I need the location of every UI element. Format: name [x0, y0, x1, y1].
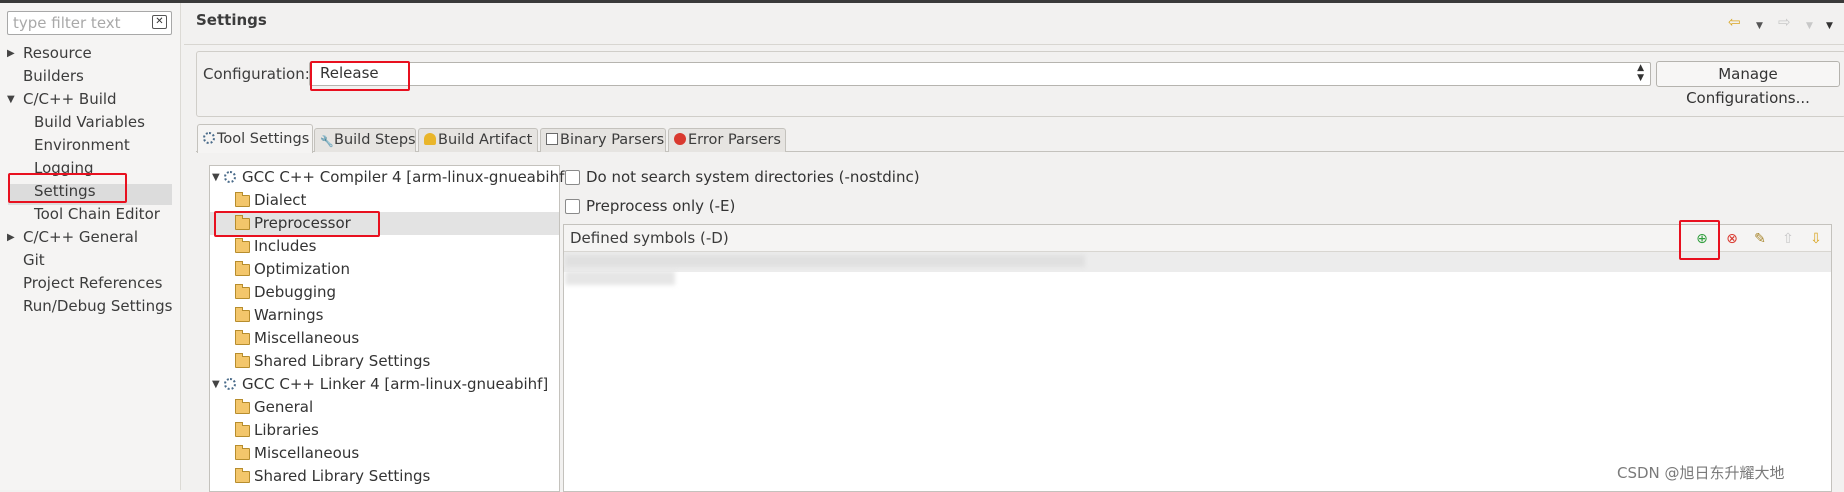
tree-node-general[interactable]: General — [210, 396, 559, 419]
add-symbol-icon[interactable]: ⊕ — [1694, 231, 1710, 247]
defined-symbols-header: Defined symbols (-D) ⊕ ⊗ ✎ ⇧ ⇩ — [564, 225, 1831, 252]
forward-dropdown-icon[interactable]: ▼ — [1806, 19, 1813, 34]
tool-gear-icon — [224, 171, 236, 183]
defined-symbols-list[interactable]: Defined symbols (-D) ⊕ ⊗ ✎ ⇧ ⇩ — [563, 224, 1832, 492]
expanded-arrow-icon[interactable]: ▼ — [7, 88, 15, 111]
option-folder-icon — [235, 238, 250, 253]
back-dropdown-icon[interactable]: ▼ — [1756, 19, 1763, 34]
option-folder-icon — [235, 399, 250, 414]
tree-node-preprocessor[interactable]: Preprocessor — [210, 212, 559, 235]
tab-build-artifact[interactable]: Build Artifact — [418, 128, 538, 152]
preprocess-only-checkbox[interactable] — [565, 199, 580, 214]
option-folder-icon — [235, 192, 250, 207]
preprocess-only-label: Preprocess only (-E) — [586, 197, 736, 215]
option-folder-icon — [235, 445, 250, 460]
tree-node-optimization[interactable]: Optimization — [210, 258, 559, 281]
option-folder-icon — [235, 353, 250, 368]
forward-arrow-icon[interactable]: ⇨ — [1778, 15, 1791, 30]
option-folder-icon — [235, 307, 250, 322]
view-menu-icon[interactable]: ▼ — [1826, 19, 1833, 34]
nostdinc-label: Do not search system directories (-nostd… — [586, 168, 920, 186]
tab-error-parsers[interactable]: Error Parsers — [668, 128, 786, 152]
binary-file-icon — [546, 133, 558, 145]
back-arrow-icon[interactable]: ⇦ — [1728, 15, 1741, 30]
edit-symbol-icon[interactable]: ✎ — [1752, 231, 1768, 247]
delete-symbol-icon[interactable]: ⊗ — [1724, 231, 1740, 247]
redacted-symbol-text — [565, 271, 675, 285]
option-folder-icon — [235, 215, 250, 230]
filter-placeholder: type filter text — [13, 14, 121, 32]
page-title: Settings — [196, 11, 267, 29]
manage-configurations-button[interactable]: Manage Configurations... — [1656, 61, 1840, 107]
option-folder-icon — [235, 422, 250, 437]
trophy-icon — [424, 133, 436, 145]
defined-symbols-title: Defined symbols (-D) — [570, 229, 729, 247]
expanded-arrow-icon[interactable]: ▼ — [212, 373, 220, 396]
configuration-select[interactable]: Release ▲ ▼ — [309, 62, 1651, 86]
configuration-value: Release — [320, 64, 379, 82]
tree-node-gcc-linker[interactable]: ▼ GCC C++ Linker 4 [arm-linux-gnueabihf] — [210, 373, 559, 396]
collapsed-arrow-icon[interactable]: ▶ — [7, 42, 15, 65]
tree-node-debugging[interactable]: Debugging — [210, 281, 559, 304]
redacted-symbol-text — [565, 255, 1085, 267]
tool-settings-tree: ▼ GCC C++ Compiler 4 [arm-linux-gnueabihf… — [209, 165, 570, 492]
tree-node-libraries[interactable]: Libraries — [210, 419, 559, 442]
configuration-label: Configuration: — [203, 65, 310, 83]
tree-node-linker-shared-library-settings[interactable]: Shared Library Settings — [210, 465, 559, 488]
tab-build-steps[interactable]: 🔧Build Steps — [314, 128, 416, 152]
tree-node-gcc-compiler[interactable]: ▼ GCC C++ Compiler 4 [arm-linux-gnueabihf… — [210, 166, 570, 189]
tool-gear-icon — [224, 378, 236, 390]
clear-filter-icon[interactable]: ✕ — [152, 15, 167, 29]
tab-tool-settings[interactable]: Tool Settings — [197, 124, 313, 153]
tree-node-includes[interactable]: Includes — [210, 235, 559, 258]
tree-node-linker-miscellaneous[interactable]: Miscellaneous — [210, 442, 559, 465]
option-folder-icon — [235, 330, 250, 345]
option-folder-icon — [235, 284, 250, 299]
expanded-arrow-icon[interactable]: ▼ — [212, 166, 220, 189]
tree-node-warnings[interactable]: Warnings — [210, 304, 559, 327]
watermark-text: CSDN @旭日东升耀大地 — [1617, 464, 1785, 482]
tree-node-miscellaneous[interactable]: Miscellaneous — [210, 327, 559, 350]
option-folder-icon — [235, 261, 250, 276]
option-folder-icon — [235, 468, 250, 483]
filter-input[interactable]: type filter text ✕ — [7, 11, 172, 35]
wrench-icon: 🔧 — [320, 135, 334, 148]
tree-node-dialect[interactable]: Dialect — [210, 189, 559, 212]
tree-node-shared-library-settings[interactable]: Shared Library Settings — [210, 350, 559, 373]
error-icon — [674, 133, 686, 145]
property-navigation: type filter text ✕ ▶ Resource Builders ▼ C… — [0, 3, 181, 490]
header-separator — [184, 44, 1844, 45]
combo-arrows-icon: ▲ ▼ — [1637, 63, 1644, 83]
collapsed-arrow-icon[interactable]: ▶ — [7, 226, 15, 249]
move-up-icon[interactable]: ⇧ — [1780, 231, 1796, 247]
nostdinc-checkbox[interactable] — [565, 170, 580, 185]
tool-settings-icon — [203, 132, 215, 144]
window-top-border — [0, 0, 1844, 3]
move-down-icon[interactable]: ⇩ — [1808, 231, 1824, 247]
tab-binary-parsers[interactable]: Binary Parsers — [540, 128, 666, 152]
